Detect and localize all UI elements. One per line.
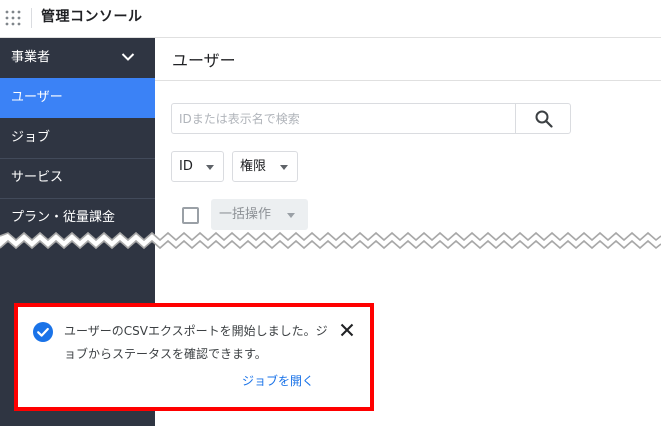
bulk-action-label: 一括操作 (219, 207, 272, 222)
search-box (171, 103, 571, 134)
sidebar-org-selector[interactable]: 事業者 (0, 38, 155, 78)
chevron-down-icon (121, 53, 135, 61)
search-icon (535, 110, 553, 128)
sidebar-item-label: ユーザー (11, 90, 63, 105)
sidebar-item-jobs[interactable]: ジョブ (0, 118, 155, 158)
app-title: 管理コンソール (41, 9, 143, 25)
close-icon[interactable] (340, 323, 354, 337)
search-button[interactable] (515, 104, 570, 133)
permission-filter-dropdown[interactable]: 権限 (232, 151, 298, 182)
sidebar-item-services[interactable]: サービス (0, 158, 155, 198)
top-bar: 管理コンソール (0, 0, 661, 38)
bulk-action-button[interactable]: 一括操作 (211, 199, 308, 230)
topbar-divider (31, 8, 32, 28)
header-divider (155, 80, 661, 81)
permission-filter-label: 権限 (240, 159, 267, 174)
torn-edge-divider (0, 231, 661, 250)
caret-down-icon (287, 213, 295, 218)
id-filter-dropdown[interactable]: ID (171, 151, 224, 182)
apps-grid-icon[interactable] (5, 10, 21, 26)
sidebar-item-label: ジョブ (11, 130, 51, 145)
open-jobs-link[interactable]: ジョブを開く (242, 372, 314, 390)
toast-message: ユーザーのCSVエクスポートを開始しました。ジョブからステータスを確認できます。 (64, 324, 328, 361)
page-title: ユーザー (172, 51, 236, 70)
id-filter-label: ID (179, 159, 193, 174)
sidebar-item-users[interactable]: ユーザー (0, 78, 155, 118)
search-input[interactable] (172, 104, 515, 133)
caret-down-icon (206, 165, 214, 170)
caret-down-icon (280, 165, 288, 170)
org-label: 事業者 (11, 50, 51, 65)
sidebar-item-label: サービス (11, 170, 64, 185)
check-circle-icon (33, 322, 53, 342)
select-all-checkbox[interactable] (182, 207, 199, 224)
sidebar-item-label: プラン・従量課金 (11, 210, 116, 225)
